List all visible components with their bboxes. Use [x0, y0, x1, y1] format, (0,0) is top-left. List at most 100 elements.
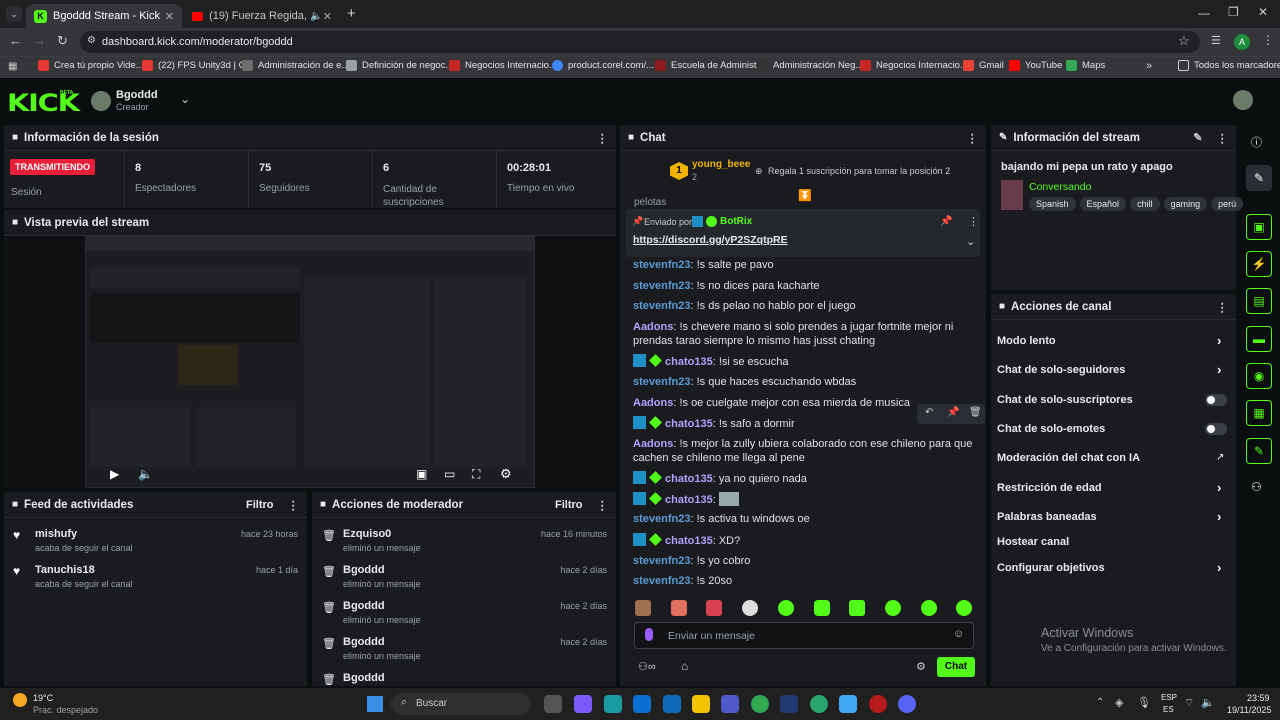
settings-icon[interactable]: ⚙ — [500, 466, 512, 482]
bookmark-item[interactable]: YouTube — [1009, 60, 1062, 71]
chrome-icon[interactable] — [751, 695, 769, 713]
chat-username[interactable]: stevenfn23 — [633, 513, 690, 525]
reply-icon[interactable]: ↶ — [925, 407, 933, 418]
mod-actions-widget-icon[interactable]: ▦ — [1246, 400, 1272, 426]
close-tab-icon[interactable]: ✕ — [165, 10, 174, 23]
chat-username[interactable]: Aadons — [633, 438, 673, 450]
age-restriction-option[interactable]: Restricción de edad — [997, 482, 1102, 494]
chat-username[interactable]: Aadons — [633, 321, 673, 333]
panel-menu-icon[interactable]: ⋮ — [597, 131, 609, 145]
url-field[interactable]: ⚙ dashboard.kick.com/moderator/bgoddd ☆ — [80, 31, 1200, 53]
mic-icon[interactable] — [645, 628, 653, 641]
moderator-name[interactable]: Bgoddd — [343, 564, 385, 576]
volume-tray-icon[interactable]: 🔈 — [1201, 696, 1215, 709]
follower-name[interactable]: Tanuchis18 — [35, 564, 95, 576]
community-icon[interactable]: ⚇ — [1251, 480, 1262, 494]
bookmark-star-icon[interactable]: ☆ — [1178, 33, 1190, 49]
chevron-right-icon[interactable]: › — [1217, 333, 1221, 348]
tab-youtube[interactable]: (19) Fuerza Regida, Grupo F 🔈 ✕ — [184, 4, 340, 28]
task-view-icon[interactable] — [544, 695, 562, 713]
moderator-name[interactable]: Bgoddd — [343, 636, 385, 648]
site-info-icon[interactable]: ⚙ — [87, 35, 96, 46]
mod-filter-button[interactable]: Filtro — [555, 499, 583, 511]
chat-username[interactable]: stevenfn23 — [633, 555, 690, 567]
emote[interactable] — [706, 600, 722, 616]
emote[interactable] — [671, 600, 687, 616]
emote[interactable] — [814, 600, 830, 616]
tag[interactable]: chill — [1130, 197, 1160, 211]
bookmark-item[interactable]: product.corel.com/... — [552, 60, 654, 71]
panel-menu-icon[interactable]: ⋮ — [597, 498, 609, 512]
store-icon[interactable]: ⌂ — [681, 659, 688, 673]
slow-mode-option[interactable]: Modo lento — [997, 335, 1056, 347]
bookmark-item[interactable]: Negocios Internacio... — [449, 60, 557, 71]
subscribers-only-toggle[interactable] — [1205, 394, 1227, 406]
bookmark-item[interactable]: (22) FPS Unity3d | C... — [142, 60, 253, 71]
emote[interactable] — [921, 600, 937, 616]
panel-menu-icon[interactable]: ⋮ — [1217, 131, 1229, 145]
chrome-active-icon[interactable] — [810, 695, 828, 713]
host-channel-option[interactable]: Hostear canal — [997, 536, 1069, 548]
temperature[interactable]: 19°C — [33, 693, 53, 703]
chat-username[interactable]: chato135 — [665, 356, 713, 368]
keyboard-layout[interactable]: ES — [1163, 705, 1174, 714]
follower-name[interactable]: mishufy — [35, 528, 77, 540]
chat-username[interactable]: chato135 — [665, 473, 713, 485]
panel-menu-icon[interactable]: ⋮ — [288, 498, 300, 512]
fullscreen-icon[interactable]: ⛶ — [472, 467, 480, 482]
bookmark-item[interactable]: Definición de negoc... — [346, 60, 453, 71]
feed-widget-icon[interactable]: ▤ — [1246, 288, 1272, 314]
mic-tray-icon[interactable]: 🎙 — [1137, 696, 1151, 709]
taskbar-search[interactable]: ⌕ Buscar — [391, 693, 531, 715]
external-link-icon[interactable]: ↗ — [1216, 452, 1224, 463]
feed-filter-button[interactable]: Filtro — [246, 499, 274, 511]
speaker-icon[interactable]: 🔈 — [310, 11, 322, 22]
emote[interactable] — [635, 600, 651, 616]
windows-start-icon[interactable] — [367, 696, 383, 712]
clock-date[interactable]: 19/11/2025 — [1227, 705, 1271, 715]
play-icon[interactable]: ▶ — [110, 467, 119, 481]
clock-time[interactable]: 23:59 — [1247, 693, 1270, 703]
tag[interactable]: gaming — [1163, 197, 1208, 211]
preview-widget-icon[interactable]: ▣ — [1246, 214, 1272, 240]
tab-kick-dashboard[interactable]: K Bgoddd Stream - Kick Dashboa ✕ — [26, 4, 182, 28]
chevron-right-icon[interactable]: › — [1217, 362, 1221, 377]
channel-switch-chevron-icon[interactable]: ⌄ — [180, 92, 190, 106]
tag[interactable]: Español — [1079, 197, 1127, 211]
chat-username[interactable]: chato135 — [665, 494, 713, 506]
chat-username[interactable]: stevenfn23 — [633, 259, 690, 271]
bookmark-item[interactable]: Escuela de Administ... — [655, 60, 764, 71]
reload-icon[interactable]: ↻ — [57, 33, 68, 49]
more-bookmarks-icon[interactable]: » — [1146, 60, 1152, 72]
channel-avatar[interactable] — [91, 91, 111, 111]
send-chat-button[interactable]: Chat — [937, 657, 975, 677]
moderator-name[interactable]: Bgoddd — [343, 672, 385, 684]
top-gifter-name[interactable]: young_beee — [692, 159, 750, 170]
language-code[interactable]: ESP — [1161, 693, 1177, 702]
chevron-right-icon[interactable]: › — [1217, 480, 1221, 495]
emote[interactable] — [742, 600, 758, 616]
weather-icon[interactable] — [13, 693, 27, 707]
panel-menu-icon[interactable]: ⋮ — [1217, 300, 1229, 314]
reading-list-icon[interactable]: ☰ — [1211, 34, 1221, 47]
all-bookmarks-folder[interactable]: Todos los marcadores — [1178, 60, 1280, 71]
chat-username[interactable]: stevenfn23 — [633, 376, 690, 388]
browser-menu-icon[interactable]: ⋮ — [1262, 33, 1274, 47]
panel-menu-icon[interactable]: ⋮ — [967, 131, 979, 145]
delete-message-icon[interactable]: 🗑 — [969, 407, 982, 418]
channel-name[interactable]: Bgoddd — [116, 89, 158, 101]
pinned-menu-icon[interactable]: ⋮ — [968, 215, 979, 228]
theater-icon[interactable]: ▭ — [444, 467, 455, 481]
bookmark-item[interactable]: Crea tú propio Vide... — [38, 60, 144, 71]
bookmark-item[interactable]: Maps — [1066, 60, 1105, 71]
weather-text[interactable]: Prac. despejado — [33, 705, 98, 715]
emote[interactable] — [956, 600, 972, 616]
back-icon[interactable]: ← — [9, 33, 22, 48]
broadcast-widget-icon[interactable]: ◉ — [1246, 363, 1272, 389]
profile-avatar[interactable]: A — [1234, 34, 1250, 50]
network-icon[interactable]: ⌔ — [1184, 696, 1194, 710]
emoji-icon[interactable]: ☺ — [953, 628, 964, 640]
bookmark-item[interactable]: Negocios Internacio... — [860, 60, 968, 71]
outlook-icon[interactable] — [663, 695, 681, 713]
pin-message-icon[interactable]: 📌 — [947, 407, 959, 418]
